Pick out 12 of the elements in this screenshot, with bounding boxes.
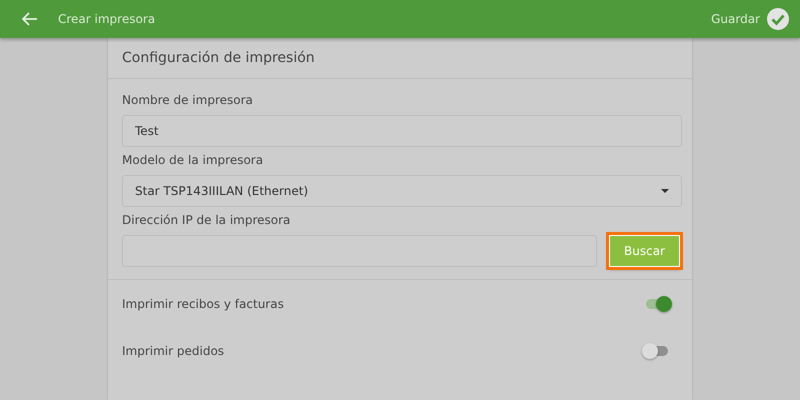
field-label: Dirección IP de la impresora (122, 213, 292, 227)
back-arrow-icon[interactable] (22, 12, 38, 26)
check-circle-icon (766, 7, 790, 31)
toggle-label: Imprimir pedidos (122, 344, 224, 358)
caret-icon (661, 189, 669, 193)
toggle-label: Imprimir recibos y facturas (122, 296, 284, 310)
field-label: Modelo de la impresora (122, 153, 264, 167)
field-label: Nombre de impresora (122, 93, 254, 107)
model-dropdown[interactable]: Star TSP143IIILAN (Ethernet) (122, 175, 682, 207)
page-title: Crear impresora (58, 12, 156, 26)
name-field[interactable]: Test (122, 115, 682, 147)
card-title: Configuración de impresión (122, 50, 315, 66)
